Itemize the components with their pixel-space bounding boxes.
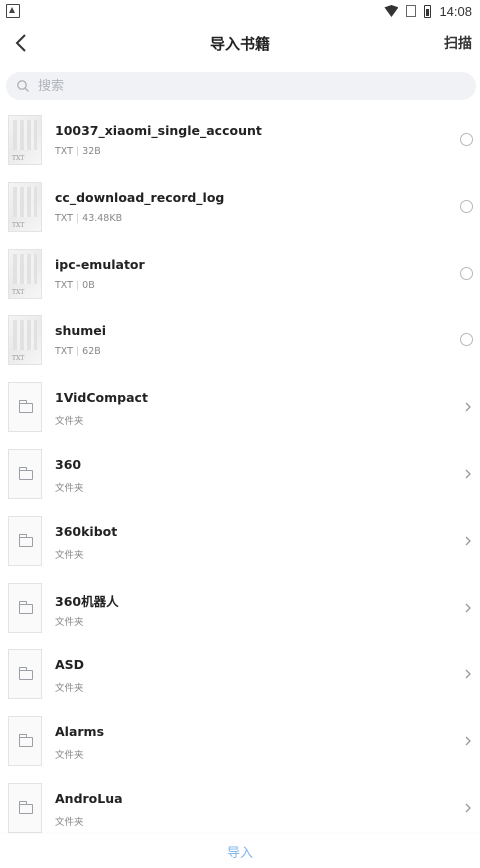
folder-glyph (19, 734, 33, 748)
file-name: ipc-emulator (55, 256, 145, 272)
chevron-right-icon (465, 469, 471, 479)
txt-file-icon: TXT (8, 115, 42, 165)
folder-glyph (19, 667, 33, 681)
thumb-tag: TXT (12, 288, 25, 296)
list-item-file[interactable]: TXT shumei TXT | 62B (0, 307, 480, 374)
folder-meta: 文件夹 (55, 482, 84, 494)
select-radio[interactable] (460, 199, 473, 213)
folder-name: 1VidCompact (55, 390, 148, 406)
folder-icon (8, 649, 42, 700)
no-sim-icon (406, 5, 417, 17)
folder-icon (8, 782, 42, 833)
file-meta: TXT | 0B (55, 280, 95, 291)
thumb-pattern (13, 186, 37, 217)
list-item-folder[interactable]: AndroLua 文件夹 (0, 775, 480, 842)
chevron-right-icon (465, 402, 471, 412)
battery-icon (424, 4, 432, 18)
folder-meta: 文件夹 (55, 416, 84, 428)
folder-icon (8, 515, 42, 566)
thumb-tag: TXT (12, 155, 25, 162)
folder-name: 360 (55, 456, 82, 472)
file-list: TXT 10037_xiaomi_single_account TXT | 32B … (0, 107, 480, 842)
list-item-folder[interactable]: ASD 文件夹 (0, 641, 480, 708)
status-bar: 14:08 (0, 0, 480, 22)
list-item-folder[interactable]: 360 文件夹 (0, 441, 480, 508)
meta-divider: | (75, 346, 80, 358)
list-item-folder[interactable]: Alarms 文件夹 (0, 708, 480, 775)
folder-name: 360机器人 (55, 593, 119, 609)
folder-name: Alarms (55, 724, 105, 740)
chevron-right-icon (465, 536, 471, 546)
chevron-right-icon (465, 803, 471, 813)
folder-glyph (19, 800, 33, 814)
folder-name: ASD (55, 657, 85, 673)
select-radio[interactable] (460, 133, 473, 146)
chevron-right-icon (465, 603, 471, 613)
folder-glyph (19, 533, 33, 547)
thumb-pattern (13, 320, 37, 351)
list-item-file[interactable]: TXT cc_download_record_log TXT | 43.48KB (0, 174, 480, 241)
file-type: TXT (55, 279, 73, 291)
thumb-tag: TXT (12, 221, 25, 229)
thumb-pattern (13, 120, 37, 150)
import-button[interactable]: 导入 (227, 842, 253, 861)
list-item-folder[interactable]: 360kibot 文件夹 (0, 508, 480, 575)
status-time: 14:08 (439, 3, 472, 19)
file-name: cc_download_record_log (55, 189, 225, 205)
search-bar[interactable] (6, 72, 476, 100)
folder-meta: 文件夹 (55, 750, 84, 762)
txt-file-icon: TXT (8, 181, 42, 232)
txt-file-icon: TXT (8, 315, 42, 366)
folder-icon (8, 582, 42, 633)
chevron-right-icon (465, 736, 471, 746)
folder-icon (8, 382, 42, 433)
meta-divider: | (75, 146, 80, 157)
select-radio[interactable] (460, 266, 473, 280)
search-input[interactable] (36, 77, 440, 95)
txt-file-icon: TXT (8, 248, 42, 299)
folder-meta: 文件夹 (55, 816, 84, 828)
file-size: 32B (82, 146, 101, 157)
search-icon (17, 80, 29, 92)
folder-meta: 文件夹 (55, 616, 84, 628)
folder-glyph (19, 400, 33, 414)
file-name: 10037_xiaomi_single_account (55, 123, 262, 138)
status-icons: 14:08 (384, 4, 472, 19)
folder-glyph (19, 600, 33, 614)
thumb-tag: TXT (12, 355, 25, 363)
folder-name: AndroLua (55, 790, 123, 806)
notification-icon (6, 4, 20, 18)
file-size: 62B (82, 346, 101, 358)
list-item-folder[interactable]: 1VidCompact 文件夹 (0, 374, 480, 441)
file-size: 43.48KB (82, 212, 123, 224)
chevron-right-icon (465, 669, 471, 679)
file-size: 0B (82, 279, 95, 291)
file-type: TXT (55, 212, 73, 224)
bottom-action-bar: 导入 (0, 834, 480, 868)
folder-meta: 文件夹 (55, 549, 84, 561)
file-meta: TXT | 62B (55, 346, 101, 357)
file-name: shumei (55, 323, 107, 339)
folder-glyph (19, 466, 33, 480)
folder-icon (8, 448, 42, 499)
file-type: TXT (55, 146, 73, 157)
wifi-icon (384, 5, 399, 17)
file-meta: TXT | 32B (55, 146, 101, 157)
app-bar: 导入书籍 扫描 (0, 22, 480, 64)
file-meta: TXT | 43.48KB (55, 213, 122, 224)
list-item-file[interactable]: TXT ipc-emulator TXT | 0B (0, 241, 480, 308)
scan-button[interactable]: 扫描 (444, 33, 472, 53)
folder-meta: 文件夹 (55, 683, 84, 695)
page-title: 导入书籍 (209, 35, 270, 53)
meta-divider: | (75, 279, 80, 291)
meta-divider: | (75, 212, 80, 224)
list-item-folder[interactable]: 360机器人 文件夹 (0, 575, 480, 642)
folder-icon (8, 716, 42, 767)
select-radio[interactable] (460, 333, 473, 347)
thumb-pattern (13, 253, 37, 284)
folder-name: 360kibot (55, 523, 118, 539)
list-item-file[interactable]: TXT 10037_xiaomi_single_account TXT | 32B (0, 107, 480, 174)
file-type: TXT (55, 346, 73, 358)
